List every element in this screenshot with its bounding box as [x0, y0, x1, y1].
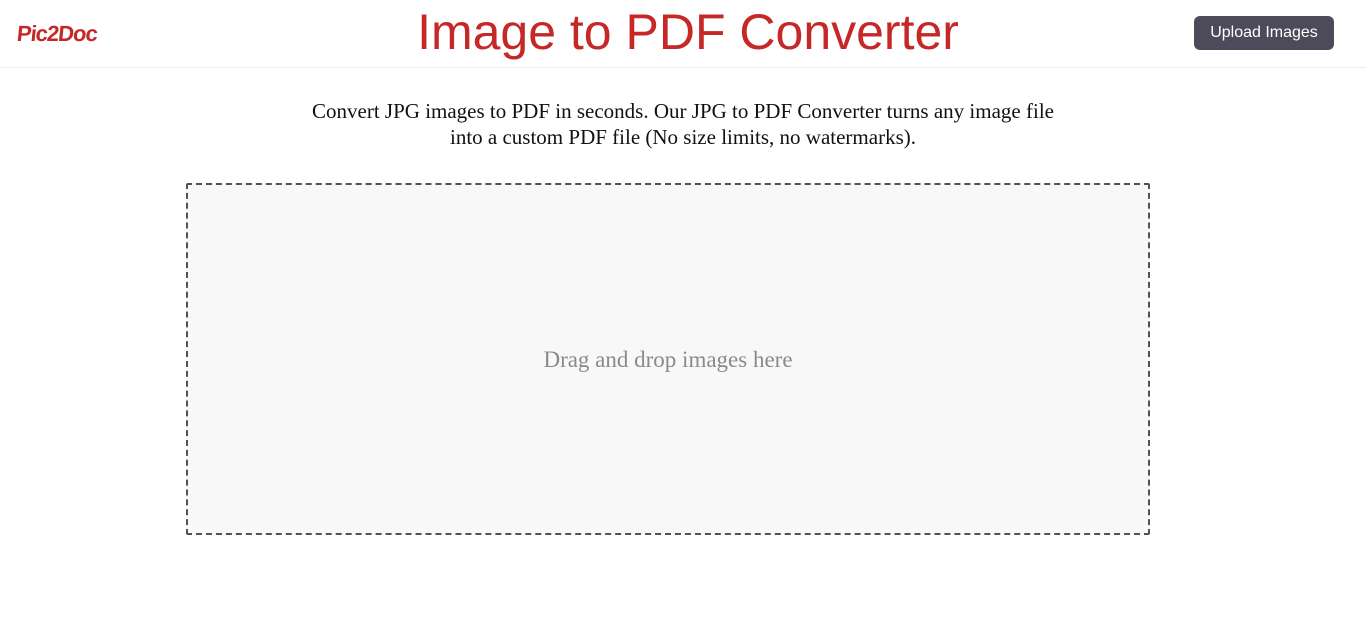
page-title: Image to PDF Converter [417, 4, 959, 60]
intro-line-2: into a custom PDF file (No size limits, … [449, 125, 916, 149]
dropzone-prompt: Drag and drop images here [543, 347, 793, 372]
image-dropzone[interactable]: Drag and drop images here [186, 183, 1150, 535]
upload-images-button[interactable]: Upload Images [1194, 16, 1334, 50]
intro-text: Convert JPG images to PDF in seconds. Ou… [278, 98, 1088, 150]
intro-line-1: Convert JPG images to PDF in seconds. Ou… [312, 99, 1054, 123]
site-header: Pic2Doc Image to PDF Converter Upload Im… [0, 0, 1366, 68]
